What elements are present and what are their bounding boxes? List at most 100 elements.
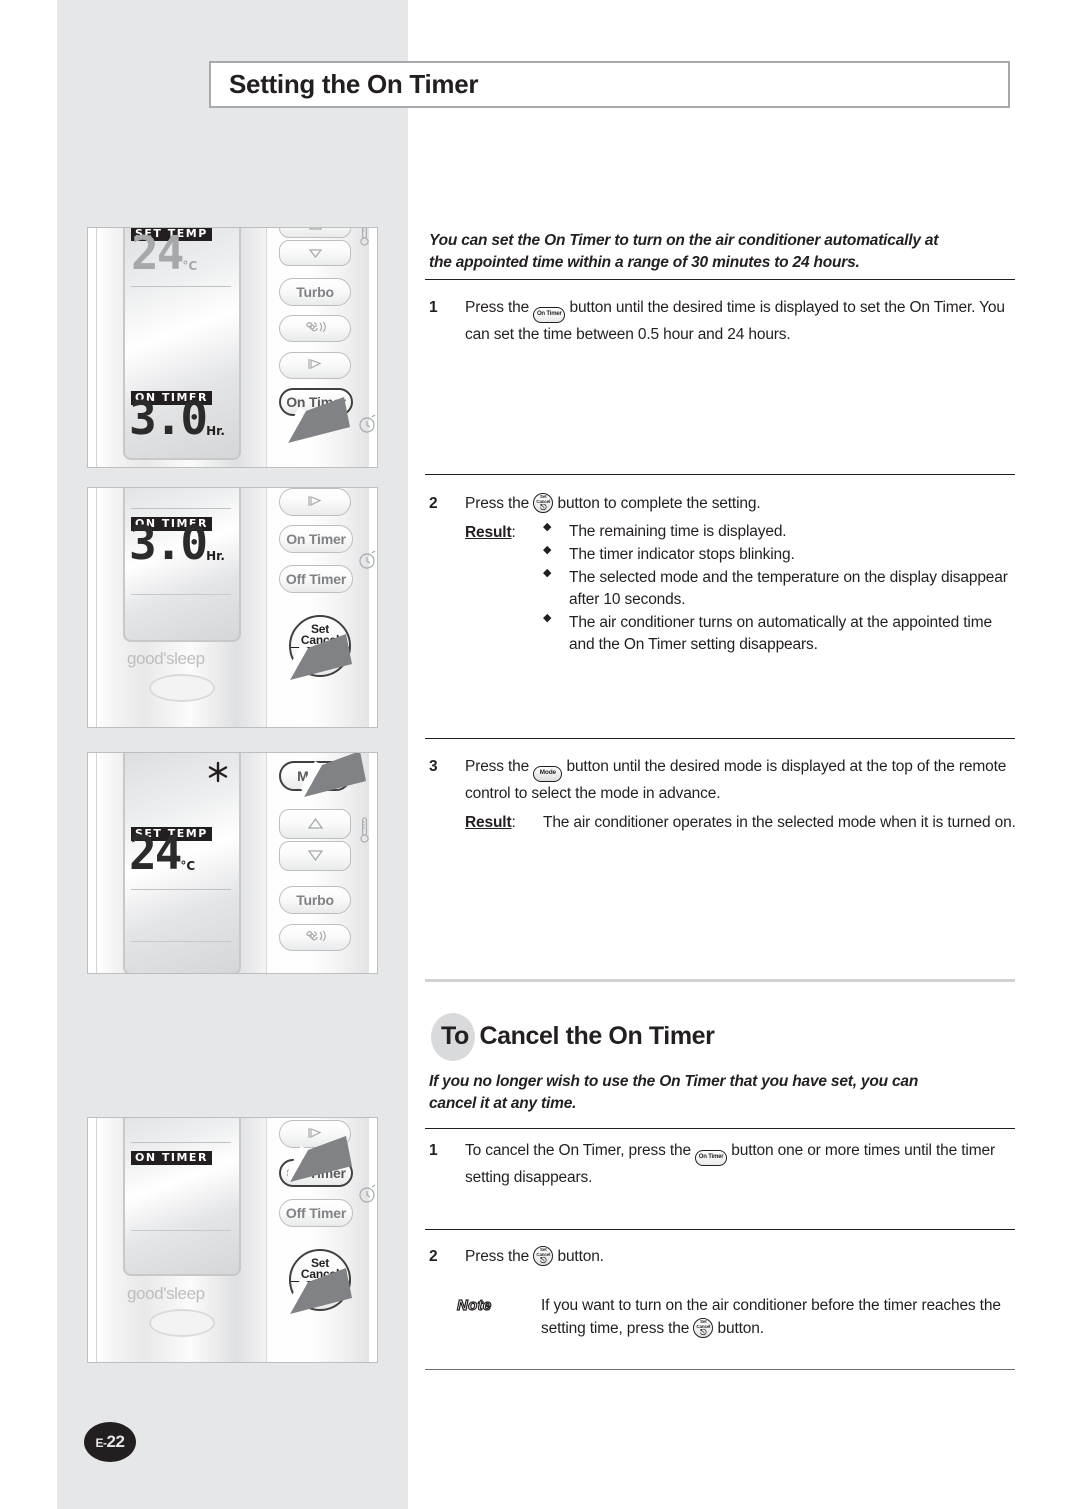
step-1-text-before: Press the [465,299,530,316]
good-sleep-button[interactable] [149,1309,215,1337]
on-timer-button[interactable]: On Timer [279,525,353,553]
remote-lcd-screen: ON TIMER [123,1118,241,1276]
page-title-bar: Setting the On Timer [209,61,1010,108]
fan-speed-button[interactable] [279,315,351,342]
set-cancel-button-icon: Set Cancel ⎋ [693,1318,714,1339]
step-3-result-label: Result: [465,814,516,832]
step-2-result-label: Result: [465,524,516,542]
step-3-result: Result: The air conditioner operates in … [465,811,1019,834]
remote-body: ON TIMER good'sleep [96,1118,268,1362]
fan-speed-icon [304,929,326,946]
temp-down-button[interactable] [279,841,351,871]
step-3-body: Press the Mode button until the desired … [465,755,1019,835]
remote-body: SET TEMP 24°C ON TIMER 3.0Hr. [96,228,268,467]
remote-body: ON TIMER 3.0Hr. good'sleep [96,488,268,727]
good-sleep-label: good'sleep [127,649,205,668]
step-2-result-bullets: The remaining time is displayed. The tim… [543,520,1019,657]
remote-body: SET TEMP 24°C [96,753,268,973]
fan-speed-button[interactable] [279,924,351,951]
cancel-heading-rest: Cancel the On Timer [479,1022,715,1050]
clock-icon [357,550,377,570]
step-3-text-before: Press the [465,758,530,775]
list-item: The timer indicator stops blinking. [543,543,1019,566]
air-swing-button[interactable] [279,488,351,516]
turbo-button-label: Turbo [296,892,334,908]
step-3-result-text: The air conditioner operates in the sele… [543,814,1016,832]
temp-up-button[interactable] [279,809,351,839]
lcd-on-timer-tag: ON TIMER [131,1151,212,1165]
intro-line-2: the appointed time within a range of 30 … [429,254,860,272]
air-swing-button[interactable] [279,352,351,379]
lcd-degree-unit: °C [182,259,198,274]
cancel-lead-line-2: cancel it at any time. [429,1095,577,1113]
on-timer-button-label: On Timer [286,531,346,547]
divider-section [425,979,1015,982]
temp-up-icon [307,816,323,832]
turbo-button-label: Turbo [296,284,334,300]
lcd-divider-lower [131,594,231,595]
cancel-step-2: 2 Press the Set Cancel ⎋ button. [429,1245,1019,1268]
note-text-before: If you want to turn on the air condition… [541,1297,1001,1338]
page-number-badge: E-22 [84,1422,136,1462]
remote-step-2-illustration: ON TIMER 3.0Hr. good'sleep On Timer Off … [87,487,378,728]
good-sleep-button[interactable] [149,674,215,702]
note-label: Note [456,1296,492,1314]
off-timer-button-label: Off Timer [285,1205,347,1221]
divider-4 [425,1128,1015,1129]
cancel-step-1-number: 1 [429,1142,438,1159]
cancel-step-1-text-before: To cancel the On Timer, press the [465,1142,691,1159]
remote-lcd-screen: ON TIMER 3.0Hr. [123,488,241,642]
lcd-divider-lower [131,1230,231,1231]
divider-1 [425,279,1015,280]
cancel-step-1-body: To cancel the On Timer, press the On Tim… [465,1139,1019,1189]
on-timer-button-icon: On Timer [533,307,566,323]
cancel-step-2-body: Press the Set Cancel ⎋ button. [465,1245,1019,1268]
on-timer-button-icon: On Timer [695,1150,728,1166]
cancel-section-heading: To Cancel the On Timer [431,1013,715,1061]
turbo-button[interactable]: Turbo [279,886,351,914]
cancel-intro-paragraph: If you no longer wish to use the On Time… [429,1071,1019,1116]
mode-button-icon: Mode [533,766,563,782]
step-2-result: Result: The remaining time is displayed.… [465,520,1019,657]
turbo-button[interactable]: Turbo [279,278,351,306]
remote-button-column: On Timer Off Timer Set Cancel [266,488,376,727]
intro-line-1: You can set the On Timer to turn on the … [429,232,939,249]
step-2-body: Press the Set Cancel ⎋ button to complete … [465,492,1019,657]
remote-lcd-screen: SET TEMP 24°C ON TIMER 3.0Hr. [123,228,241,460]
lcd-timer-unit: Hr. [206,424,225,439]
page-title: Setting the On Timer [229,69,479,99]
step-1: 1 Press the On Timer button until the de… [429,296,1019,346]
set-cancel-button-icon: Set Cancel ⎋ [533,1246,554,1266]
thermometer-icon [360,817,369,843]
off-timer-button[interactable]: Off Timer [279,1199,353,1227]
note-text-after: button. [717,1320,765,1338]
temp-down-icon [307,848,323,864]
divider-2 [425,474,1015,475]
step-2-text-after: button to complete the setting. [557,495,761,512]
lcd-divider [131,1142,231,1143]
thermometer-icon [360,228,369,246]
clock-icon [357,414,377,434]
lcd-divider-lower [131,941,231,942]
cancel-step-2-text-after: button. [557,1248,604,1265]
off-timer-button[interactable]: Off Timer [279,565,353,593]
lcd-degree-unit: °C [180,859,196,874]
list-item: The remaining time is displayed. [543,520,1019,543]
lcd-timer-value: 3.0 [129,391,208,445]
remote-lcd-screen: SET TEMP 24°C [123,753,241,973]
set-cancel-button-icon: Set Cancel ⎋ [533,493,554,513]
cancel-step-2-number: 2 [429,1248,438,1265]
off-timer-button-label: Off Timer [285,571,347,587]
lcd-divider [131,286,231,287]
temp-down-button[interactable] [279,240,351,266]
lcd-timer-unit: Hr. [206,549,225,564]
step-3: 3 Press the Mode button until the desire… [429,755,1019,835]
divider-3 [425,738,1015,739]
remote-cancel-illustration: ON TIMER good'sleep On Timer Off Timer S… [87,1117,378,1363]
cancel-step-2-text-before: Press the [465,1248,530,1265]
step-2-number: 2 [429,495,438,512]
temp-up-button[interactable] [279,228,351,238]
step-1-body: Press the On Timer button until the desi… [465,296,1019,346]
lcd-divider [131,889,231,890]
lcd-timer-value: 3.0 [129,516,208,570]
